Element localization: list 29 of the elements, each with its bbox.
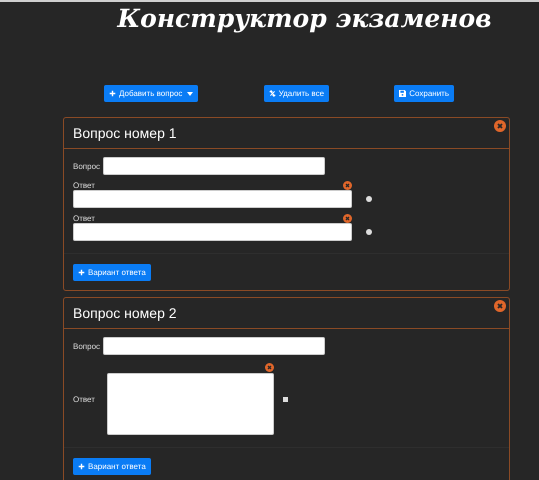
plus-icon [78, 463, 85, 470]
radio-button[interactable] [366, 229, 372, 235]
answer-field[interactable] [73, 223, 352, 241]
close-icon[interactable] [494, 120, 506, 132]
question-label: Вопрос [73, 342, 100, 350]
answer-label: Ответ [73, 394, 96, 404]
plus-icon [109, 90, 116, 97]
answer-label: Ответ [73, 214, 95, 223]
question-title: Вопрос номер 2 [73, 305, 177, 321]
question-title: Вопрос номер 1 [73, 125, 177, 141]
add-answer-button[interactable]: Вариант ответа [73, 458, 151, 475]
checkbox[interactable] [283, 396, 288, 402]
caret-icon [187, 92, 194, 96]
close-icon[interactable] [343, 181, 352, 190]
add-button[interactable]: Добавить вопрос [104, 85, 198, 102]
close-icon[interactable] [343, 214, 352, 223]
answer-label: Ответ [73, 181, 95, 190]
answer-field[interactable] [73, 190, 352, 208]
close-icon[interactable] [494, 300, 506, 312]
close-icon[interactable] [265, 363, 274, 372]
add-answer-button[interactable]: Вариант ответа [73, 264, 151, 281]
question-field[interactable] [103, 157, 326, 175]
question-field[interactable] [103, 337, 326, 355]
save-button[interactable]: Сохранить [394, 85, 454, 102]
delete-button[interactable]: Удалить все [264, 85, 330, 102]
question-label: Вопрос [73, 162, 100, 170]
plus-icon [78, 269, 85, 276]
page-title: Конструктор экзаменов [116, 3, 493, 35]
radio-button[interactable] [366, 196, 372, 202]
